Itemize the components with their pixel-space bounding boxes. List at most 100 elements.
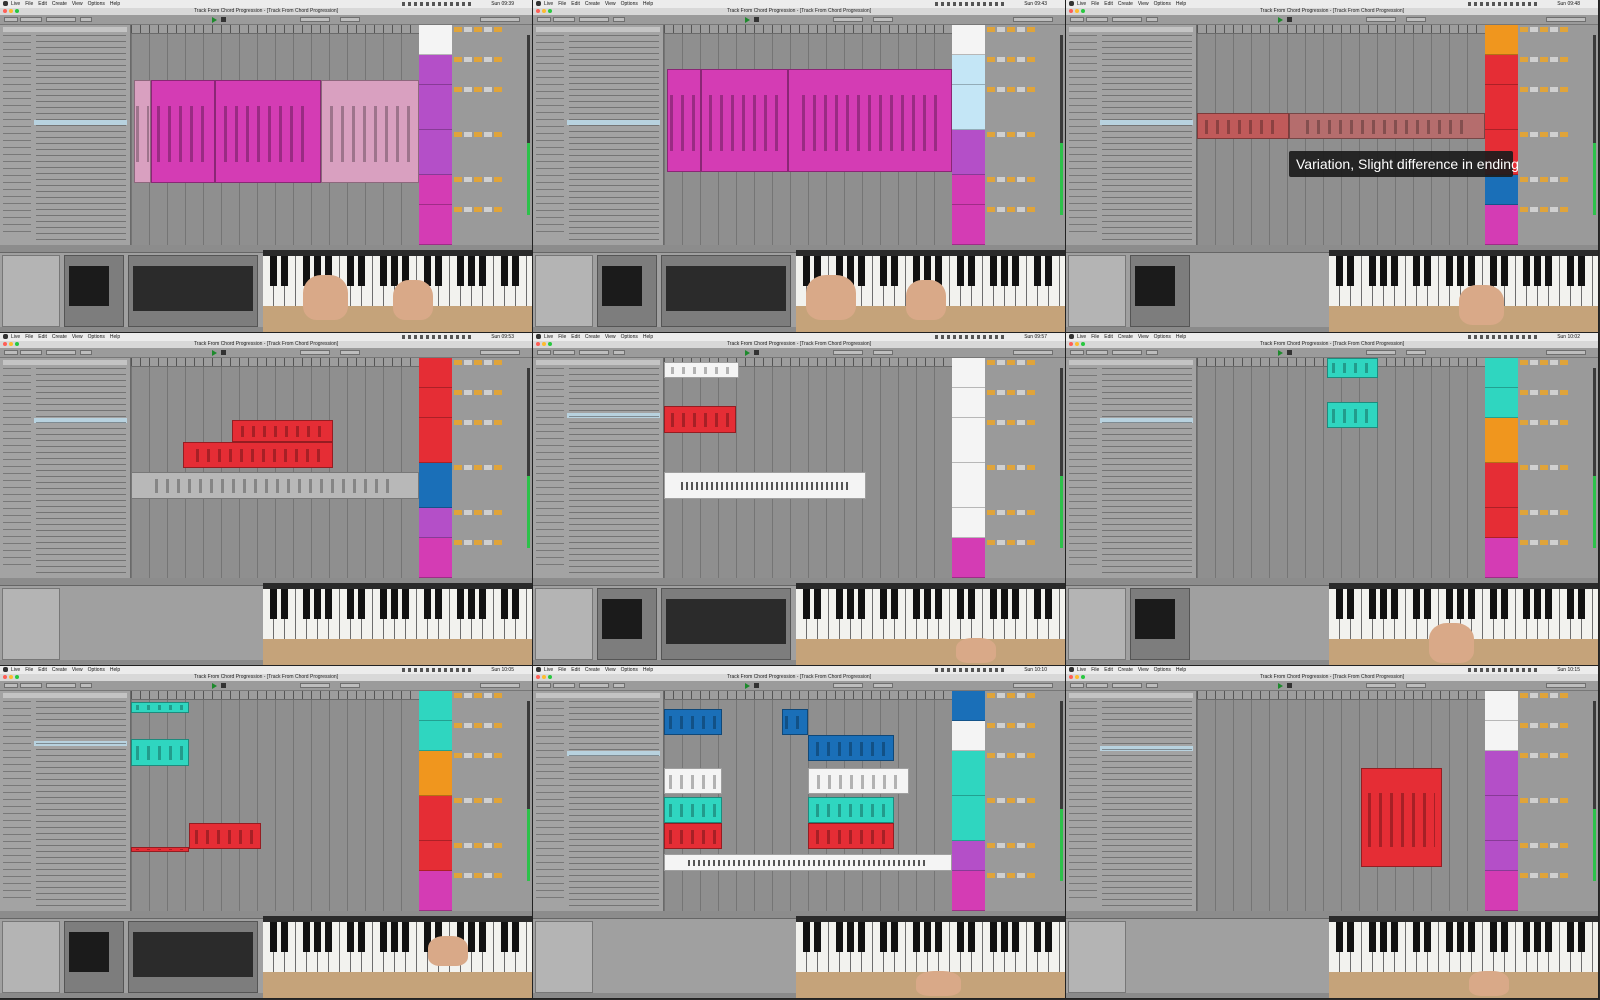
track-header[interactable] bbox=[952, 463, 1037, 508]
play-icon[interactable] bbox=[745, 350, 750, 356]
arrangement-view[interactable] bbox=[664, 691, 952, 911]
track-controls[interactable] bbox=[454, 873, 504, 878]
transport-field[interactable] bbox=[1146, 17, 1158, 22]
track-controls[interactable] bbox=[1520, 693, 1570, 698]
stop-icon[interactable] bbox=[221, 350, 226, 355]
menu-item[interactable]: Edit bbox=[571, 0, 580, 8]
transport-field[interactable] bbox=[1406, 683, 1426, 688]
menu-item[interactable]: Edit bbox=[1104, 333, 1113, 341]
arrangement-view[interactable] bbox=[1197, 358, 1485, 578]
midi-clip[interactable] bbox=[131, 472, 419, 499]
midi-clip[interactable] bbox=[664, 362, 739, 378]
track-header[interactable] bbox=[419, 691, 504, 721]
window-control-icon[interactable] bbox=[9, 675, 13, 679]
midi-clip[interactable] bbox=[321, 80, 419, 184]
menu-item[interactable]: File bbox=[558, 0, 566, 8]
midi-clip[interactable] bbox=[808, 796, 895, 823]
menu-item[interactable]: Edit bbox=[38, 666, 47, 674]
transport-field[interactable] bbox=[80, 683, 92, 688]
transport-field[interactable] bbox=[4, 350, 18, 355]
track-controls[interactable] bbox=[1520, 540, 1570, 545]
track-controls[interactable] bbox=[1520, 465, 1570, 470]
transport-field[interactable] bbox=[20, 350, 42, 355]
window-control-icon[interactable] bbox=[548, 9, 552, 13]
midi-clip[interactable] bbox=[188, 823, 261, 850]
track-controls[interactable] bbox=[987, 723, 1037, 728]
transport-field[interactable] bbox=[833, 17, 863, 22]
arrangement-view[interactable] bbox=[664, 358, 952, 578]
track-controls[interactable] bbox=[1520, 360, 1570, 365]
track-header[interactable] bbox=[419, 418, 504, 463]
track-controls[interactable] bbox=[454, 723, 504, 728]
track-controls[interactable] bbox=[1520, 420, 1570, 425]
transport-field[interactable] bbox=[46, 17, 76, 22]
menu-item[interactable]: Edit bbox=[1104, 0, 1113, 8]
window-control-icon[interactable] bbox=[548, 342, 552, 346]
transport-field[interactable] bbox=[1070, 683, 1084, 688]
window-control-icon[interactable] bbox=[1081, 9, 1085, 13]
transport-field[interactable] bbox=[613, 17, 625, 22]
apple-icon[interactable] bbox=[536, 667, 541, 672]
browser-categories[interactable] bbox=[1069, 35, 1097, 235]
menu-item[interactable]: File bbox=[25, 666, 33, 674]
browser-search-input[interactable] bbox=[536, 360, 660, 365]
track-controls[interactable] bbox=[1520, 177, 1570, 182]
transport-field[interactable] bbox=[480, 17, 520, 22]
window-control-icon[interactable] bbox=[536, 675, 540, 679]
window-control-icon[interactable] bbox=[548, 675, 552, 679]
menu-item[interactable]: Help bbox=[1176, 666, 1186, 674]
browser-categories[interactable] bbox=[536, 35, 564, 235]
play-icon[interactable] bbox=[1278, 350, 1283, 356]
menu-item[interactable]: View bbox=[605, 333, 616, 341]
browser-search-input[interactable] bbox=[1069, 693, 1193, 698]
browser-search-input[interactable] bbox=[3, 27, 127, 32]
window-control-icon[interactable] bbox=[1081, 675, 1085, 679]
transport-field[interactable] bbox=[873, 350, 893, 355]
track-header[interactable] bbox=[1485, 55, 1570, 85]
window-control-icon[interactable] bbox=[1069, 675, 1073, 679]
track-controls[interactable] bbox=[987, 390, 1037, 395]
menu-item[interactable]: Create bbox=[585, 0, 600, 8]
track-controls[interactable] bbox=[1520, 57, 1570, 62]
status-icons[interactable] bbox=[1468, 335, 1538, 339]
midi-clip[interactable] bbox=[782, 708, 808, 735]
midi-clip[interactable] bbox=[664, 768, 722, 795]
track-header[interactable] bbox=[1485, 463, 1570, 508]
track-header[interactable] bbox=[1485, 691, 1570, 721]
apple-icon[interactable] bbox=[536, 1, 541, 6]
track-controls[interactable] bbox=[454, 57, 504, 62]
midi-clip[interactable] bbox=[131, 702, 189, 713]
window-control-icon[interactable] bbox=[536, 9, 540, 13]
menu-item[interactable]: View bbox=[1138, 666, 1149, 674]
transport-field[interactable] bbox=[553, 17, 575, 22]
track-header[interactable] bbox=[419, 130, 504, 175]
transport-field[interactable] bbox=[1146, 350, 1158, 355]
play-icon[interactable] bbox=[212, 17, 217, 23]
midi-clip[interactable] bbox=[131, 739, 189, 766]
track-header[interactable] bbox=[1485, 538, 1570, 578]
track-header[interactable] bbox=[419, 55, 504, 85]
window-control-icon[interactable] bbox=[536, 342, 540, 346]
browser-categories[interactable] bbox=[1069, 368, 1097, 568]
menu-item[interactable]: View bbox=[605, 666, 616, 674]
track-header[interactable] bbox=[1485, 871, 1570, 911]
transport-field[interactable] bbox=[80, 350, 92, 355]
transport-field[interactable] bbox=[833, 350, 863, 355]
menu-item[interactable]: Live bbox=[1077, 666, 1086, 674]
browser-search-input[interactable] bbox=[536, 693, 660, 698]
midi-clip[interactable] bbox=[214, 80, 322, 184]
stop-icon[interactable] bbox=[1287, 17, 1292, 22]
window-control-icon[interactable] bbox=[9, 9, 13, 13]
transport-field[interactable] bbox=[1013, 17, 1053, 22]
window-control-icon[interactable] bbox=[15, 675, 19, 679]
menu-item[interactable]: Create bbox=[52, 333, 67, 341]
midi-clip[interactable] bbox=[666, 69, 702, 173]
menu-item[interactable]: Create bbox=[1118, 333, 1133, 341]
browser-file-list[interactable] bbox=[36, 368, 126, 573]
transport-field[interactable] bbox=[1086, 350, 1108, 355]
window-control-icon[interactable] bbox=[542, 9, 546, 13]
menu-item[interactable]: View bbox=[1138, 0, 1149, 8]
stop-icon[interactable] bbox=[1287, 350, 1292, 355]
window-control-icon[interactable] bbox=[1081, 342, 1085, 346]
status-icons[interactable] bbox=[402, 2, 472, 6]
